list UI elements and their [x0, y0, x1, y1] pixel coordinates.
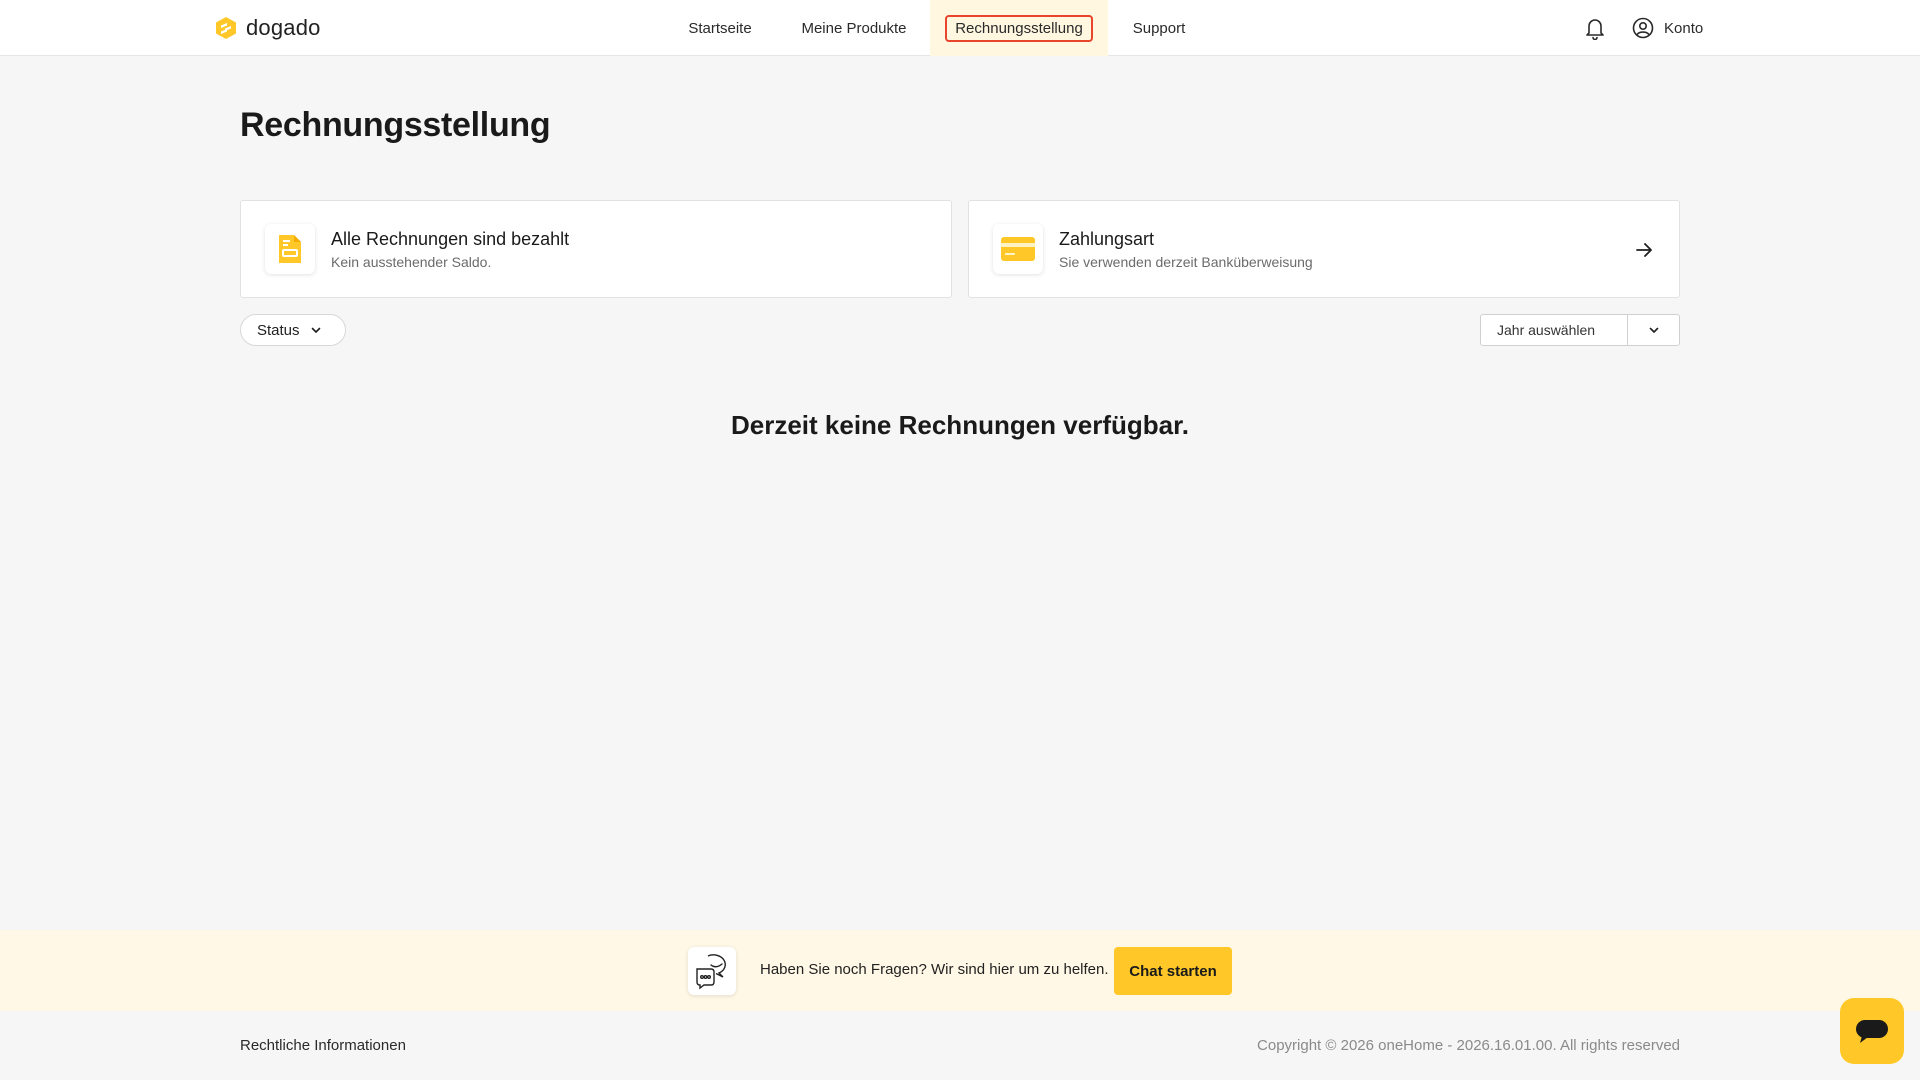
chat-widget-button[interactable] [1840, 998, 1904, 1064]
invoice-status-card: Alle Rechnungen sind bezahlt Kein ausste… [240, 200, 952, 298]
nav-meine-produkte[interactable]: Meine Produkte [790, 0, 918, 56]
user-circle-icon [1632, 17, 1654, 39]
nav-label: Support [1132, 19, 1186, 37]
card-title: Alle Rechnungen sind bezahlt [331, 228, 570, 249]
arrow-right-icon[interactable] [1633, 239, 1655, 261]
card-subtitle: Sie verwenden derzeit Banküberweisung [1059, 253, 1313, 270]
chat-start-button[interactable]: Chat starten [1114, 947, 1232, 995]
chevron-down-icon [1649, 327, 1658, 333]
top-header: dogado Startseite Meine Produkte Rechnun… [0, 0, 1920, 56]
payment-method-card[interactable]: Zahlungsart Sie verwenden derzeit Banküb… [968, 200, 1680, 298]
bell-icon[interactable] [1584, 16, 1606, 40]
status-filter-label: Status [257, 321, 300, 339]
account-label: Konto [1664, 19, 1704, 37]
year-select-value: Jahr auswählen [1497, 322, 1596, 338]
invoice-document-icon [279, 235, 301, 263]
status-filter-button[interactable]: Status [240, 314, 346, 346]
legal-info-link[interactable]: Rechtliche Informationen [240, 1037, 406, 1054]
empty-invoices-message: Derzeit keine Rechnungen verfügbar. [730, 410, 1189, 440]
help-banner: Haben Sie noch Fragen? Wir sind hier um … [0, 930, 1920, 1011]
card-icon-wrapper [265, 224, 315, 274]
footer: Rechtliche Informationen Copyright © 202… [0, 1011, 1920, 1080]
help-icon-wrapper [688, 947, 736, 995]
nav-rechnungsstellung[interactable]: Rechnungsstellung [930, 0, 1108, 56]
chevron-down-icon [311, 327, 320, 333]
nav-support[interactable]: Support [1120, 0, 1198, 56]
copyright-text: Copyright © 2026 oneHome - 2026.16.01.00… [1257, 1037, 1680, 1054]
nav-startseite[interactable]: Startseite [672, 0, 768, 56]
account-menu[interactable]: Konto [1632, 16, 1703, 40]
nav-label: Meine Produkte [801, 19, 907, 37]
chat-bubbles-icon [696, 954, 726, 990]
chat-icon [1856, 1020, 1888, 1043]
card-subtitle: Kein ausstehender Saldo. [331, 253, 492, 270]
year-select-toggle[interactable] [1627, 315, 1679, 345]
help-text: Haben Sie noch Fragen? Wir sind hier um … [760, 961, 1109, 978]
year-select[interactable]: Jahr auswählen [1480, 314, 1680, 346]
card-title: Zahlungsart [1059, 228, 1155, 249]
nav-label: Startseite [688, 19, 752, 37]
nav-label: Rechnungsstellung [945, 14, 1093, 42]
card-icon-wrapper [993, 224, 1043, 274]
credit-card-icon [1001, 237, 1035, 261]
page-title: Rechnungsstellung [240, 106, 551, 144]
